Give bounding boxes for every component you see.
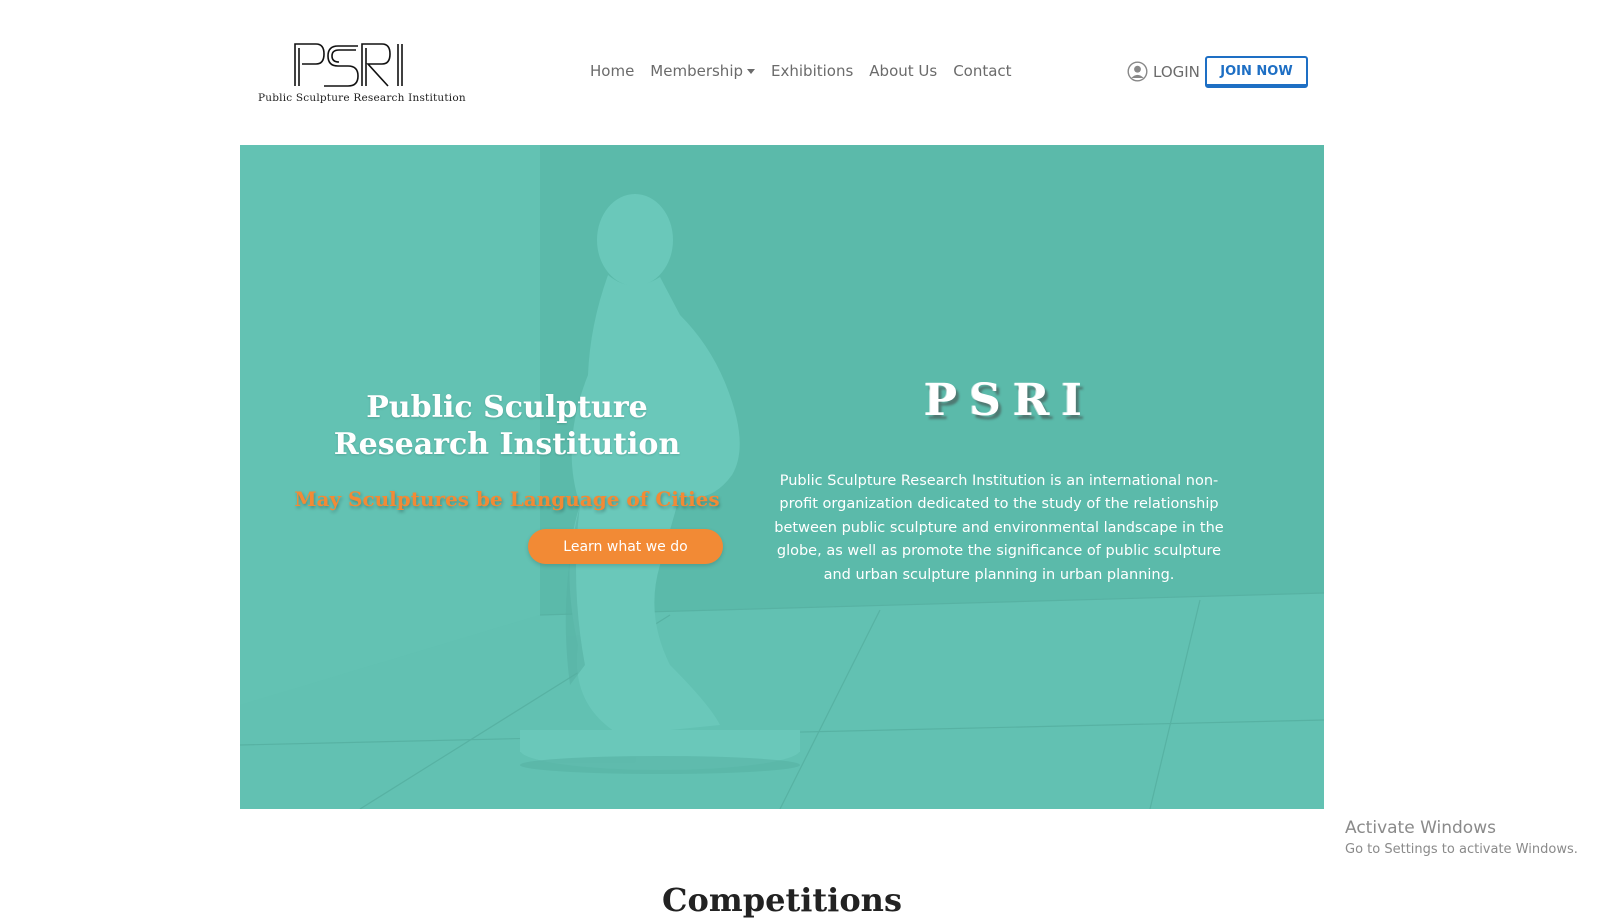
nav-about-us[interactable]: About Us: [869, 62, 937, 80]
hero-title: Public Sculpture Research Institution: [300, 389, 714, 463]
hero-title-line2: Research Institution: [333, 427, 681, 462]
competitions-heading: Competitions: [662, 880, 902, 919]
nav-contact[interactable]: Contact: [953, 62, 1011, 80]
windows-activation-watermark: Activate Windows Go to Settings to activ…: [1345, 818, 1578, 857]
psri-logo-icon: [294, 43, 403, 87]
hero-title-line1: Public Sculpture: [366, 390, 648, 425]
hero-banner: Public Sculpture Research Institution Ma…: [240, 145, 1324, 809]
user-circle-icon: [1127, 61, 1148, 82]
caret-down-icon: [747, 68, 756, 74]
nav-membership[interactable]: Membership: [650, 62, 756, 80]
psri-mark: PSRI: [924, 375, 1095, 426]
learn-what-we-do-button[interactable]: Learn what we do: [528, 529, 723, 564]
watermark-line1: Activate Windows: [1345, 818, 1496, 838]
watermark-line2: Go to Settings to activate Windows.: [1345, 842, 1578, 857]
login-label: LOGIN: [1153, 62, 1200, 81]
main-nav: Home Membership Exhibitions About Us Con…: [590, 62, 1012, 80]
nav-membership-label: Membership: [650, 62, 744, 80]
hero-tagline: May Sculptures be Language of Cities: [294, 487, 720, 511]
nav-home[interactable]: Home: [590, 62, 634, 80]
join-now-button[interactable]: JOIN NOW: [1205, 56, 1308, 88]
hero-description: Public Sculpture Research Institution is…: [774, 472, 1224, 583]
login-link[interactable]: LOGIN: [1127, 61, 1200, 82]
nav-exhibitions[interactable]: Exhibitions: [771, 62, 853, 80]
site-logo[interactable]: Public Sculpture Research Institution: [258, 40, 466, 110]
logo-tagline: Public Sculpture Research Institution: [258, 92, 466, 104]
